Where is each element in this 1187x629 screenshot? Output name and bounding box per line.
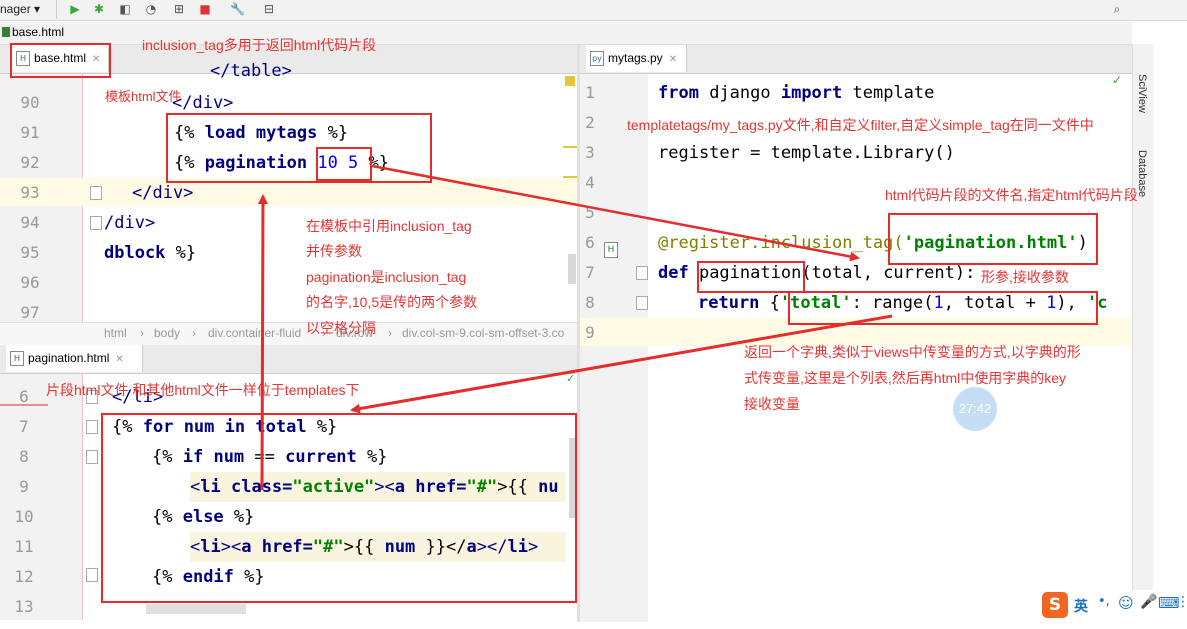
annotation-note: 接收变量 (744, 396, 800, 412)
ime-logo-icon[interactable]: S (1042, 592, 1068, 618)
arrow-to-tag-function (371, 164, 860, 262)
arrow-to-fragment (350, 314, 893, 414)
annotation-note: 并传参数 (306, 243, 362, 259)
annotation-note: 在模板中引用inclusion_tag (306, 218, 472, 234)
annotation-note: html代码片段的文件名,指定html代码片段 (885, 187, 1138, 203)
annotation-note: templatetags/my_tags.py文件,和自定义filter,自定义… (627, 117, 1094, 133)
more-icon[interactable]: ⋮ (1176, 594, 1187, 610)
ime-language-toggle[interactable]: 英 (1074, 596, 1088, 616)
annotation-note: 式传变量,这里是个列表,然后再html中使用字典的key (744, 370, 1067, 386)
annotation-note: 以空格分隔 (306, 320, 376, 336)
emoji-icon[interactable]: ☺ (1118, 594, 1134, 612)
ime-toolbar: S 英 •, ☺ 🎤 ⌨ ⋮ (1040, 590, 1187, 620)
annotation-note: 返回一个字典,类似于views中传变量的方式,以字典的形 (744, 344, 1081, 360)
annotation-note: 的名字,10,5是传的两个参数 (306, 294, 478, 310)
microphone-icon[interactable]: 🎤 (1140, 594, 1157, 610)
annotation-note: 形参,接收参数 (981, 269, 1069, 285)
annotation-note: inclusion_tag多用于返回html代码片段 (142, 37, 377, 53)
clock-widget[interactable]: 27:42 (953, 387, 997, 431)
annotation-note: 片段html文件 和其他html文件一样位于templates下 (46, 382, 360, 398)
arrow-to-template-tag (257, 194, 268, 491)
punctuation-icon[interactable]: •, (1098, 594, 1110, 609)
annotation-note: pagination是inclusion_tag (306, 269, 467, 285)
annotation-note: 模板html文件 (105, 89, 182, 104)
